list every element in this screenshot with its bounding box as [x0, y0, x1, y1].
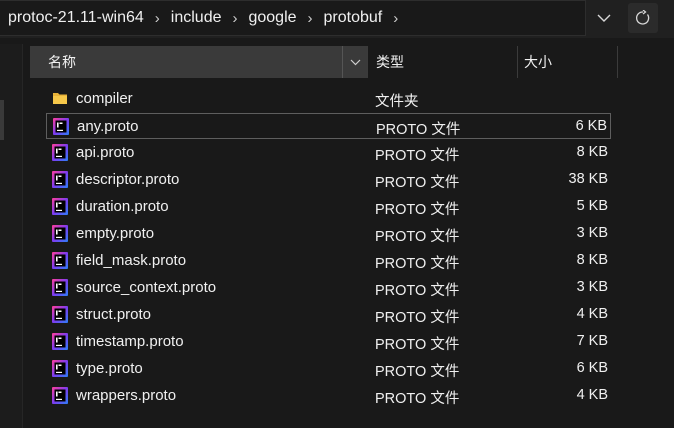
file-size: 8 KB: [576, 252, 608, 268]
breadcrumb-item[interactable]: google: [246, 9, 298, 27]
proto-file-icon: [52, 360, 68, 377]
file-type: PROTO 文件: [375, 202, 460, 218]
file-size: 3 KB: [576, 225, 608, 241]
file-name: empty.proto: [76, 225, 155, 242]
file-type: PROTO 文件: [375, 148, 460, 164]
breadcrumb-separator-icon[interactable]: ›: [299, 10, 322, 27]
breadcrumb-separator-icon[interactable]: ›: [146, 10, 169, 27]
file-name: struct.proto: [76, 306, 152, 323]
list-item[interactable]: api.proto PROTO 文件 8 KB: [46, 140, 611, 166]
file-name: source_context.proto: [76, 279, 217, 296]
list-item[interactable]: struct.proto PROTO 文件 4 KB: [46, 302, 611, 328]
column-headers: 名称 类型 大小: [30, 46, 674, 78]
file-name: descriptor.proto: [76, 171, 180, 188]
list-item[interactable]: timestamp.proto PROTO 文件 7 KB: [46, 329, 611, 355]
file-name: any.proto: [77, 118, 139, 135]
address-bar: protoc-21.11-win64 › include › google › protob…: [0, 0, 674, 38]
column-header-type-label: 类型: [376, 54, 404, 70]
file-size: 6 KB: [575, 118, 607, 134]
proto-file-icon: [52, 279, 68, 296]
list-item[interactable]: descriptor.proto PROTO 文件 38 KB: [46, 167, 611, 193]
breadcrumb-item[interactable]: protoc-21.11-win64: [6, 9, 146, 27]
file-size: 3 KB: [576, 279, 608, 295]
file-type: PROTO 文件: [375, 391, 460, 407]
file-type: PROTO 文件: [376, 122, 461, 138]
breadcrumb-separator-icon[interactable]: ›: [384, 10, 407, 27]
file-size: 7 KB: [576, 333, 608, 349]
breadcrumb[interactable]: protoc-21.11-win64 › include › google › protob…: [0, 0, 586, 36]
file-name: field_mask.proto: [76, 252, 187, 269]
file-size: 4 KB: [576, 387, 608, 403]
column-header-type[interactable]: 类型: [368, 46, 518, 78]
column-header-size-label: 大小: [524, 54, 552, 70]
file-type: PROTO 文件: [375, 229, 460, 245]
breadcrumb-separator-icon[interactable]: ›: [223, 10, 246, 27]
file-size: 6 KB: [576, 360, 608, 376]
column-header-name-label: 名称: [48, 54, 76, 70]
proto-file-icon: [52, 333, 68, 350]
proto-file-icon: [53, 118, 69, 135]
list-item[interactable]: type.proto PROTO 文件 6 KB: [46, 356, 611, 382]
proto-file-icon: [52, 306, 68, 323]
file-size: 4 KB: [576, 306, 608, 322]
file-name: api.proto: [76, 144, 135, 161]
file-type: PROTO 文件: [375, 310, 460, 326]
chevron-down-icon[interactable]: [342, 46, 367, 78]
breadcrumb-item[interactable]: protobuf: [322, 9, 385, 27]
file-name: type.proto: [76, 360, 143, 377]
folder-icon: [53, 91, 67, 105]
file-type: PROTO 文件: [375, 364, 460, 380]
file-size: 5 KB: [576, 198, 608, 214]
proto-file-icon: [52, 171, 68, 188]
file-name: wrappers.proto: [76, 387, 177, 404]
file-size: 8 KB: [576, 144, 608, 160]
file-name: duration.proto: [76, 198, 169, 215]
chevron-down-icon[interactable]: [590, 4, 618, 32]
file-type: PROTO 文件: [375, 175, 460, 191]
proto-file-icon: [52, 198, 68, 215]
refresh-icon[interactable]: [628, 3, 658, 33]
breadcrumb-item[interactable]: include: [169, 9, 224, 27]
toolbar-gap: [0, 38, 674, 44]
file-type: PROTO 文件: [375, 337, 460, 353]
column-header-size[interactable]: 大小: [518, 46, 618, 78]
list-item[interactable]: source_context.proto PROTO 文件 3 KB: [46, 275, 611, 301]
proto-file-icon: [52, 144, 68, 161]
list-item[interactable]: field_mask.proto PROTO 文件 8 KB: [46, 248, 611, 274]
file-type: PROTO 文件: [375, 256, 460, 272]
file-name: timestamp.proto: [76, 333, 184, 350]
file-name: compiler: [76, 90, 133, 107]
breadcrumb-path: protoc-21.11-win64 › include › google › protob…: [6, 1, 407, 35]
nav-scrollbar[interactable]: [0, 100, 4, 140]
proto-file-icon: [52, 252, 68, 269]
file-type: 文件夹: [375, 94, 419, 110]
proto-file-icon: [52, 387, 68, 404]
list-item[interactable]: duration.proto PROTO 文件 5 KB: [46, 194, 611, 220]
list-item[interactable]: wrappers.proto PROTO 文件 4 KB: [46, 383, 611, 409]
column-header-name[interactable]: 名称: [30, 46, 368, 78]
file-type: PROTO 文件: [375, 283, 460, 299]
navigation-pane[interactable]: [0, 44, 23, 428]
file-size: 38 KB: [568, 171, 609, 187]
list-item[interactable]: empty.proto PROTO 文件 3 KB: [46, 221, 611, 247]
list-item[interactable]: compiler 文件夹: [46, 86, 611, 112]
proto-file-icon: [52, 225, 68, 242]
list-item[interactable]: any.proto PROTO 文件 6 KB: [46, 113, 611, 139]
